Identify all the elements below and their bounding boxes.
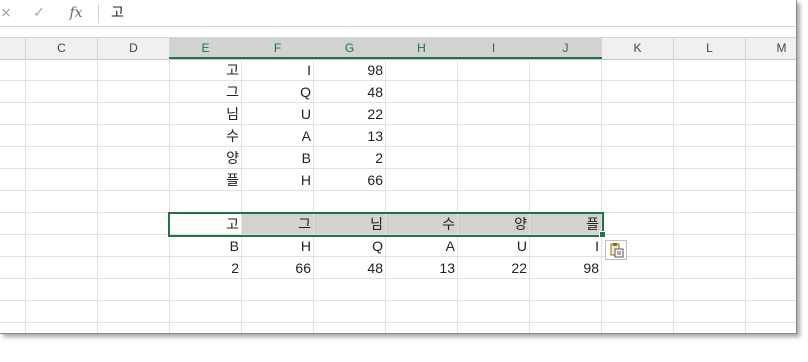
- column-header-j[interactable]: J: [530, 38, 602, 59]
- gridline-horizontal: [0, 168, 796, 169]
- gridline-horizontal: [0, 190, 796, 191]
- table-cell[interactable]: Q: [242, 81, 314, 103]
- insert-function-icon[interactable]: fx: [64, 4, 88, 22]
- table-cell[interactable]: B: [242, 147, 314, 169]
- table-cell[interactable]: Q: [314, 235, 386, 257]
- table-cell[interactable]: 그: [242, 213, 314, 235]
- table-cell[interactable]: 수: [386, 213, 458, 235]
- column-header-m[interactable]: M: [746, 38, 796, 59]
- table-cell[interactable]: 13: [386, 257, 458, 279]
- column-header-l[interactable]: L: [674, 38, 746, 59]
- table-cell[interactable]: U: [458, 235, 530, 257]
- gridline-vertical: [25, 59, 26, 333]
- table-cell[interactable]: H: [242, 169, 314, 191]
- table-cell[interactable]: 고: [170, 59, 242, 81]
- table-cell[interactable]: U: [242, 103, 314, 125]
- gridline-vertical: [457, 59, 458, 333]
- gridline-horizontal: [0, 300, 796, 301]
- gridline-horizontal: [0, 146, 796, 147]
- gridline-vertical: [673, 59, 674, 333]
- formula-bar: × ✓ fx 고: [0, 0, 796, 27]
- gridline-horizontal: [0, 124, 796, 125]
- row-header-column: [0, 38, 26, 59]
- column-header-e[interactable]: E: [170, 38, 242, 59]
- table-cell[interactable]: 22: [314, 103, 386, 125]
- cell-grid[interactable]: 고 I 98 그 Q 48 님 U 22 수 A 13 양 B 2 플 H 66 고 그 님 수 양 플 B H Q A U I 2 66 48…: [0, 59, 796, 333]
- table-cell[interactable]: I: [530, 235, 602, 257]
- table-cell[interactable]: I: [242, 59, 314, 81]
- column-header-f[interactable]: F: [242, 38, 314, 59]
- column-header-h[interactable]: H: [386, 38, 458, 59]
- formula-input[interactable]: 고: [111, 3, 124, 23]
- table-cell[interactable]: 고: [170, 213, 242, 235]
- gridline-vertical: [601, 59, 602, 333]
- table-cell[interactable]: 22: [458, 257, 530, 279]
- paste-options-icon: [610, 243, 624, 258]
- table-cell[interactable]: 13: [314, 125, 386, 147]
- table-cell[interactable]: 2: [170, 257, 242, 279]
- table-cell[interactable]: 66: [242, 257, 314, 279]
- formula-bar-divider: [98, 3, 99, 23]
- table-cell[interactable]: 66: [314, 169, 386, 191]
- table-cell[interactable]: 48: [314, 81, 386, 103]
- table-cell[interactable]: 2: [314, 147, 386, 169]
- table-cell[interactable]: H: [242, 235, 314, 257]
- column-header-g[interactable]: G: [314, 38, 386, 59]
- table-cell[interactable]: 그: [170, 81, 242, 103]
- enter-icon[interactable]: ✓: [30, 4, 48, 22]
- table-cell[interactable]: 플: [170, 169, 242, 191]
- table-cell[interactable]: 48: [314, 257, 386, 279]
- table-cell[interactable]: 플: [530, 213, 602, 235]
- gridline-horizontal: [0, 80, 796, 81]
- column-header-c[interactable]: C: [26, 38, 98, 59]
- column-header-i[interactable]: I: [458, 38, 530, 59]
- table-cell[interactable]: 양: [458, 213, 530, 235]
- gridline-vertical: [97, 59, 98, 333]
- column-header-k[interactable]: K: [602, 38, 674, 59]
- spreadsheet-window: × ✓ fx 고 CDEFGHIJKLM 고 I 98 그 Q 48 님 U 22 수 A 13 양 B 2…: [0, 0, 797, 334]
- table-cell[interactable]: 98: [314, 59, 386, 81]
- table-cell[interactable]: A: [242, 125, 314, 147]
- table-cell[interactable]: 수: [170, 125, 242, 147]
- table-cell[interactable]: B: [170, 235, 242, 257]
- column-header-d[interactable]: D: [98, 38, 170, 59]
- table-cell[interactable]: 님: [170, 103, 242, 125]
- gridline-vertical: [745, 59, 746, 333]
- table-cell[interactable]: A: [386, 235, 458, 257]
- table-cell[interactable]: 님: [314, 213, 386, 235]
- paste-options-button[interactable]: [605, 240, 627, 260]
- cancel-icon[interactable]: ×: [0, 4, 12, 22]
- gridline-horizontal: [0, 322, 796, 323]
- table-cell[interactable]: 98: [530, 257, 602, 279]
- gridline-vertical: [529, 59, 530, 333]
- gridline-horizontal: [0, 102, 796, 103]
- table-cell[interactable]: 양: [170, 147, 242, 169]
